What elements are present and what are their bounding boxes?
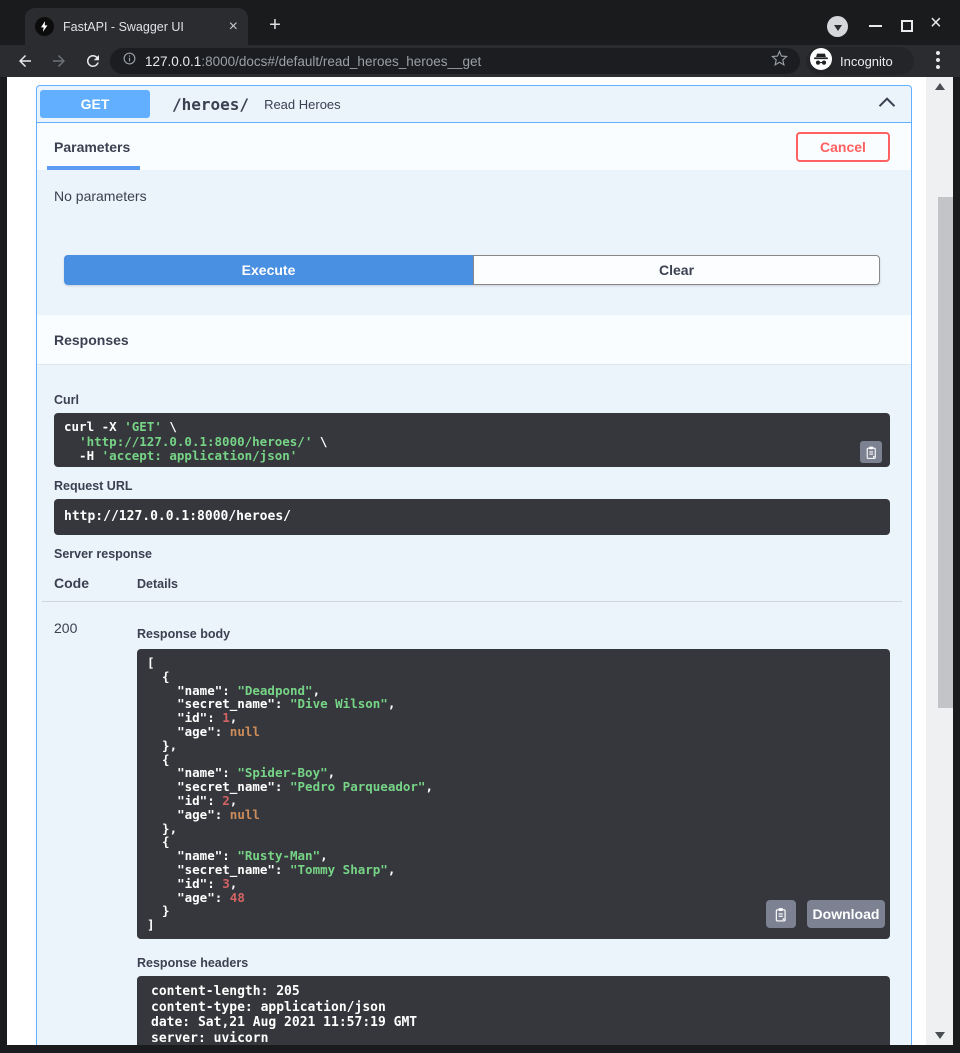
new-tab-button[interactable]: + [263, 14, 287, 38]
window-minimize-button[interactable] [869, 25, 882, 27]
operation-header[interactable]: GET /heroes/ Read Heroes [37, 86, 911, 123]
response-copy-button[interactable] [766, 900, 796, 928]
fastapi-favicon-icon [35, 17, 54, 36]
parameters-body: No parameters Execute Clear [37, 170, 911, 315]
page-scrollbar[interactable] [926, 77, 953, 1045]
bookmark-star-icon[interactable] [771, 50, 788, 72]
response-body-json: [ { "name": "Deadpond", "secret_name": "… [137, 649, 890, 939]
no-parameters-text: No parameters [37, 170, 911, 204]
response-body-actions: Download [766, 900, 885, 928]
server-response-label: Server response [54, 547, 890, 561]
window-maximize-button[interactable] [901, 20, 913, 32]
tab-close-icon[interactable]: × [229, 19, 238, 35]
browser-titlebar: FastAPI - Swagger UI × + × [0, 0, 960, 45]
responses-title: Responses [54, 332, 129, 348]
window-close-button[interactable]: × [930, 13, 942, 33]
incognito-label: Incognito [840, 54, 893, 69]
browser-tab[interactable]: FastAPI - Swagger UI × [25, 8, 248, 45]
response-table-header: Code Details [54, 575, 890, 591]
parameters-title: Parameters [54, 139, 130, 155]
responses-body: Curl curl -X 'GET' \ 'http://127.0.0.1:8… [37, 365, 911, 1045]
table-divider [42, 601, 902, 602]
browser-toolbar: 127.0.0.1:8000/docs#/default/read_heroes… [0, 45, 960, 77]
execute-button[interactable]: Execute [64, 255, 473, 285]
method-badge: GET [40, 90, 150, 118]
operation-block-get-heroes: GET /heroes/ Read Heroes Parameters Canc… [36, 85, 912, 1045]
execute-row: Execute Clear [64, 255, 880, 285]
menu-kebab-icon[interactable]: ••• [929, 50, 947, 72]
scrollbar-up-arrow-icon[interactable] [935, 83, 945, 90]
swagger-page: GET /heroes/ Read Heroes Parameters Canc… [7, 77, 953, 1045]
curl-label: Curl [54, 365, 890, 407]
download-button[interactable]: Download [807, 900, 885, 928]
back-icon[interactable] [16, 52, 34, 70]
operation-summary: Read Heroes [264, 97, 341, 112]
scrollbar-thumb[interactable] [938, 197, 953, 708]
collapse-chevron-up-icon[interactable] [877, 94, 897, 115]
tab-title: FastAPI - Swagger UI [63, 20, 223, 34]
reload-icon[interactable] [84, 52, 102, 70]
request-url-value: http://127.0.0.1:8000/heroes/ [54, 499, 890, 535]
url-path: :8000/docs#/default/read_heroes_heroes__… [201, 54, 481, 69]
tab-search-icon[interactable] [827, 16, 848, 37]
response-headers-values: content-length: 205 content-type: applic… [137, 976, 890, 1045]
code-column-header: Code [54, 575, 137, 591]
curl-copy-button[interactable] [860, 441, 882, 463]
forward-icon[interactable] [50, 52, 68, 70]
cancel-button[interactable]: Cancel [796, 132, 890, 162]
url-bar[interactable]: 127.0.0.1:8000/docs#/default/read_heroes… [110, 48, 800, 74]
parameters-section-header: Parameters Cancel [37, 123, 911, 170]
operation-path: /heroes/ [172, 95, 249, 114]
curl-command: curl -X 'GET' \ 'http://127.0.0.1:8000/h… [54, 413, 890, 467]
clear-button[interactable]: Clear [473, 255, 880, 285]
response-row-200: 200 Response body [ { "name": "Deadpond"… [54, 620, 890, 1045]
incognito-badge: Incognito [806, 47, 914, 75]
info-icon[interactable] [122, 51, 137, 71]
responses-section-header: Responses [37, 315, 911, 365]
url-text: 127.0.0.1:8000/docs#/default/read_heroes… [145, 54, 771, 69]
response-body-label: Response body [137, 627, 890, 641]
browser-window: FastAPI - Swagger UI × + × 127.0.0.1:800… [0, 0, 960, 1053]
url-host: 127.0.0.1 [145, 54, 201, 69]
scrollbar-down-arrow-icon[interactable] [935, 1032, 945, 1039]
request-url-label: Request URL [54, 479, 890, 493]
details-column-header: Details [137, 577, 178, 591]
incognito-icon [809, 47, 833, 76]
response-headers-label: Response headers [137, 956, 890, 970]
status-code: 200 [54, 620, 137, 1045]
